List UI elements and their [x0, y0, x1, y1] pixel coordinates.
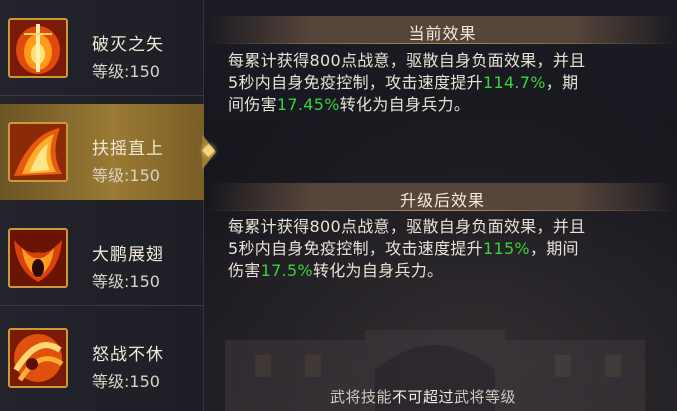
damage-convert-value: 17.45% — [276, 95, 340, 114]
skill-name: 大鹏展翅 — [92, 245, 164, 265]
effect-line: 每累计获得800点战意，驱散自身负面效果，并且 — [228, 217, 586, 236]
skill-name: 破灭之矢 — [92, 35, 164, 55]
upgraded-effect-title: 升级后效果 — [399, 191, 485, 210]
fire-arrow-icon — [8, 18, 68, 78]
skill-level: 等级:150 — [92, 372, 160, 391]
attack-speed-value: 115% — [482, 239, 530, 258]
fire-wings-icon — [8, 228, 68, 288]
attack-speed-value: 114.7% — [482, 73, 546, 92]
skill-level: 等级:150 — [92, 272, 160, 291]
fire-rage-icon — [8, 328, 68, 388]
damage-convert-value: 17.5% — [260, 261, 313, 280]
divider — [208, 43, 677, 44]
divider — [0, 305, 204, 306]
skill-level: 等级:150 — [92, 62, 160, 81]
skill-list: 破灭之矢 等级:150 扶摇直上 等级:150 大鹏展翅 等级:150 怒战不休… — [0, 0, 216, 411]
current-effect-text: 每累计获得800点战意，驱散自身负面效果，并且 5秒内自身免疫控制，攻击速度提升… — [228, 50, 658, 116]
effect-line: 5秒内自身免疫控制，攻击速度提升114.7%，期 — [228, 73, 579, 92]
skill-item-3[interactable]: 大鹏展翅 等级:150 — [0, 210, 204, 306]
upgraded-effect-header: 升级后效果 — [208, 183, 677, 211]
level-limit-note: 武将技能不可超过武将等级 — [330, 388, 517, 406]
upgraded-effect-text: 每累计获得800点战意，驱散自身负面效果，并且 5秒内自身免疫控制，攻击速度提升… — [228, 216, 658, 282]
divider — [208, 210, 677, 211]
skill-panel: 破灭之矢 等级:150 扶摇直上 等级:150 大鹏展翅 等级:150 怒战不休… — [0, 0, 677, 411]
effect-line: 5秒内自身免疫控制，攻击速度提升115%，期间 — [228, 239, 579, 258]
skill-name: 怒战不休 — [92, 345, 164, 365]
skill-level: 等级:150 — [92, 166, 160, 185]
skill-name: 扶摇直上 — [92, 139, 164, 159]
effect-line: 伤害17.5%转化为自身兵力。 — [228, 261, 444, 280]
current-effect-header: 当前效果 — [208, 16, 677, 44]
effect-line: 间伤害17.45%转化为自身兵力。 — [228, 95, 471, 114]
fire-rise-icon — [8, 122, 68, 182]
effect-line: 每累计获得800点战意，驱散自身负面效果，并且 — [228, 51, 586, 70]
skill-item-4[interactable]: 怒战不休 等级:150 — [0, 310, 204, 406]
skill-item-1[interactable]: 破灭之矢 等级:150 — [0, 0, 204, 96]
current-effect-title: 当前效果 — [408, 24, 477, 43]
skill-item-2[interactable]: 扶摇直上 等级:150 — [0, 104, 216, 200]
divider — [0, 95, 204, 96]
